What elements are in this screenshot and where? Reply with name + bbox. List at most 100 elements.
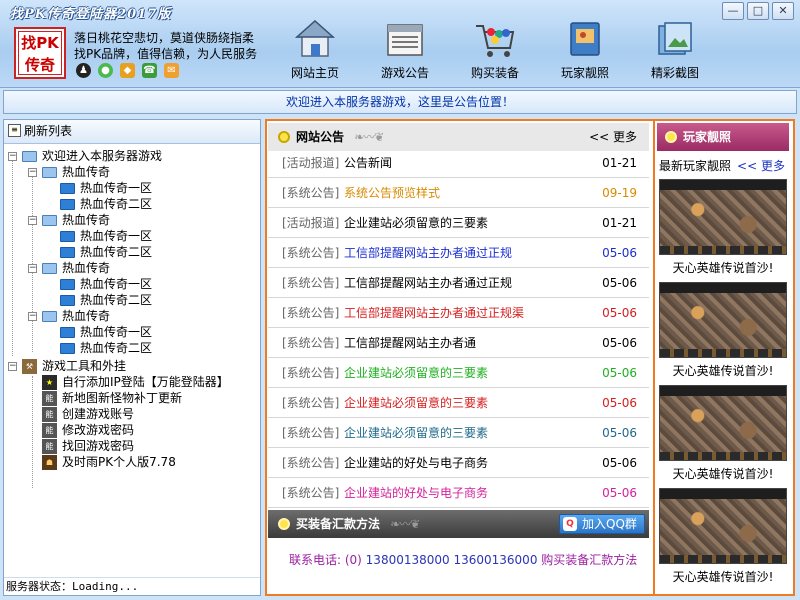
news-title-text[interactable]: 企业建站必须留意的三要素 <box>344 208 488 238</box>
bullet-icon <box>278 131 290 143</box>
qq-icon: Q <box>563 517 577 531</box>
slogan: 落日桃花空悲切，莫道侠肠绕指柔 找PK品牌，值得信赖，为人民服务 <box>74 30 257 62</box>
news-row[interactable]: [系统公告] 工信部提醒网站主办者通过正规 05-06 <box>268 268 649 298</box>
game-screenshot[interactable] <box>659 385 787 461</box>
news-category: [活动报道] <box>282 156 340 170</box>
news-more-link[interactable]: << 更多 <box>589 123 637 151</box>
minimize-button[interactable]: — <box>722 2 744 20</box>
news-title-text[interactable]: 企业建站必须留意的三要素 <box>344 418 488 448</box>
payment-contact: 联系电话: (0) 13800138000 13600136000 购买装备汇款… <box>289 551 637 568</box>
tree-server-label: 热血传奇一区 <box>80 277 153 291</box>
collapse-icon[interactable]: − <box>28 168 37 177</box>
collapse-icon[interactable]: − <box>28 216 37 225</box>
news-row[interactable]: [系统公告] 工信部提醒网站主办者通 05-06 <box>268 328 649 358</box>
folder-icon <box>60 279 75 290</box>
wechat-icon[interactable]: ● <box>98 63 113 78</box>
slogan-line2: 找PK品牌，值得信赖，为人民服务 <box>74 47 258 61</box>
news-row[interactable]: [活动报道] 公告新闻 01-21 <box>268 148 649 178</box>
news-date: 01-21 <box>602 216 637 230</box>
tree-root-label: 欢迎进入本服务器游戏 <box>42 149 163 163</box>
window-controls: — □ ✕ <box>722 2 794 20</box>
photo-caption: 天心英雄传说首沙! <box>672 261 774 275</box>
folder-icon <box>42 263 57 274</box>
game-screenshot[interactable] <box>659 179 787 255</box>
folder-icon <box>60 327 75 338</box>
server-tree-panel: ≡ 刷新列表 − 欢迎进入本服务器游戏 − 热血传奇 热血传奇一区 热血传奇二区 <box>3 119 261 596</box>
news-category: [系统公告] <box>282 366 340 380</box>
phone-icon[interactable]: ☎ <box>142 63 157 78</box>
nav-buy-equipment[interactable]: 购买装备 <box>450 18 540 86</box>
photo-card[interactable]: 天心英雄传说首沙! <box>659 488 787 585</box>
photo-card[interactable]: 天心英雄传说首沙! <box>659 385 787 482</box>
payment-title: 买装备汇款方法 <box>296 517 381 531</box>
news-row[interactable]: [系统公告] 工信部提醒网站主办者通过正规 05-06 <box>268 238 649 268</box>
tree-server-label: 热血传奇二区 <box>80 341 153 355</box>
news-category: [系统公告] <box>282 426 340 440</box>
news-title-text[interactable]: 工信部提醒网站主办者通过正规 <box>344 238 512 268</box>
collapse-icon[interactable]: − <box>8 362 17 371</box>
newspaper-icon <box>383 18 427 60</box>
news-title-text[interactable]: 公告新闻 <box>344 148 392 178</box>
news-title-text[interactable]: 工信部提醒网站主办者通过正规渠 <box>344 298 524 328</box>
news-row[interactable]: [系统公告] 企业建站的好处与电子商务 05-06 <box>268 478 649 508</box>
mail-icon[interactable]: ✉ <box>164 63 179 78</box>
close-button[interactable]: ✕ <box>772 2 794 20</box>
news-row[interactable]: [系统公告] 系统公告预览样式 09-19 <box>268 178 649 208</box>
refresh-list-button[interactable]: ≡ 刷新列表 <box>4 120 260 144</box>
nav-home[interactable]: 网站主页 <box>270 18 360 86</box>
news-title-text[interactable]: 工信部提醒网站主办者通过正规 <box>344 268 512 298</box>
nav-announcements[interactable]: 游戏公告 <box>360 18 450 86</box>
warrior-icon: ☗ <box>42 455 57 470</box>
gear-icon: ★ <box>42 375 57 390</box>
tool-item-label: 自行添加IP登陆【万能登陆器】 <box>62 375 229 389</box>
news-row[interactable]: [系统公告] 企业建站必须留意的三要素 05-06 <box>268 358 649 388</box>
player-photos-header: 玩家靓照 <box>657 123 789 151</box>
news-date: 05-06 <box>602 396 637 410</box>
news-category: [活动报道] <box>282 216 340 230</box>
news-category: [系统公告] <box>282 186 340 200</box>
news-date: 01-21 <box>602 156 637 170</box>
nav-player-photos-label: 玩家靓照 <box>560 66 609 80</box>
photo-caption: 天心英雄传说首沙! <box>672 467 774 481</box>
news-category: [系统公告] <box>282 396 340 410</box>
news-title-text[interactable]: 企业建站的好处与电子商务 <box>344 448 488 478</box>
collapse-icon[interactable]: − <box>28 264 37 273</box>
photos-more-link[interactable]: << 更多 <box>737 159 785 173</box>
tree-server-label: 热血传奇一区 <box>80 229 153 243</box>
news-title-text[interactable]: 企业建站必须留意的三要素 <box>344 358 488 388</box>
folder-icon <box>60 183 75 194</box>
header: 找PK传奇登陆器2017版 — □ ✕ 找PK 传奇 落日桃花空悲切，莫道侠肠绕… <box>0 0 800 88</box>
news-title-text[interactable]: 企业建站的好处与电子商务 <box>344 478 488 508</box>
news-row[interactable]: [系统公告] 企业建站必须留意的三要素 05-06 <box>268 418 649 448</box>
tool-item-label: 找回游戏密码 <box>62 439 135 453</box>
nav-buy-equipment-label: 购买装备 <box>470 66 519 80</box>
join-qq-group-button[interactable]: Q 加入QQ群 <box>559 514 645 534</box>
news-date: 05-06 <box>602 426 637 440</box>
news-date: 05-06 <box>602 336 637 350</box>
photo-card[interactable]: 天心英雄传说首沙! <box>659 282 787 379</box>
news-row[interactable]: [系统公告] 工信部提醒网站主办者通过正规渠 05-06 <box>268 298 649 328</box>
logo: 找PK 传奇 <box>14 27 66 79</box>
news-title-text[interactable]: 企业建站必须留意的三要素 <box>344 388 488 418</box>
news-row[interactable]: [系统公告] 企业建站必须留意的三要素 05-06 <box>268 388 649 418</box>
qq-icon[interactable]: ♟ <box>76 63 91 78</box>
news-row[interactable]: [活动报道] 企业建站必须留意的三要素 01-21 <box>268 208 649 238</box>
tool-icon: 能 <box>42 423 57 438</box>
maximize-button[interactable]: □ <box>747 2 769 20</box>
game-screenshot[interactable] <box>659 488 787 564</box>
server-status: 服务器状态：Loading... <box>4 577 260 595</box>
game-screenshot[interactable] <box>659 282 787 358</box>
photo-card[interactable]: 天心英雄传说首沙! <box>659 179 787 276</box>
collapse-icon[interactable]: − <box>28 312 37 321</box>
news-row[interactable]: [系统公告] 企业建站的好处与电子商务 05-06 <box>268 448 649 478</box>
nav-player-photos[interactable]: 玩家靓照 <box>540 18 630 86</box>
bullet-icon <box>278 518 290 530</box>
news-title-text[interactable]: 系统公告预览样式 <box>344 178 440 208</box>
nav-screenshots[interactable]: 精彩截图 <box>630 18 720 86</box>
tree-server-label: 热血传奇一区 <box>80 325 153 339</box>
tiger-icon[interactable]: ◆ <box>120 63 135 78</box>
news-title-text[interactable]: 工信部提醒网站主办者通 <box>344 328 476 358</box>
collapse-icon[interactable]: − <box>8 152 17 161</box>
shopping-cart-icon <box>473 18 517 60</box>
photos-subtitle: 最新玩家靓照 <box>659 159 732 173</box>
